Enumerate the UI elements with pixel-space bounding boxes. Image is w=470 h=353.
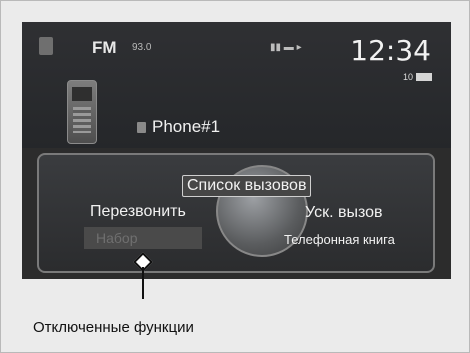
top-status-area: FM 93.0 ▮▮ ▬ ▸ 12:34 10 Phone#1 (22, 22, 451, 148)
phone-badge-icon (39, 37, 53, 55)
frequency-info: 93.0 (132, 42, 152, 53)
figure-frame: FM 93.0 ▮▮ ▬ ▸ 12:34 10 Phone#1 Список в… (0, 0, 470, 353)
callout-line (142, 267, 144, 299)
subwoofer-level: 10 (402, 72, 413, 82)
band-label: FM (92, 38, 117, 57)
menu-redial[interactable]: Перезвонить (90, 203, 186, 221)
menu-phonebook[interactable]: Телефонная книга (284, 232, 395, 247)
signal-icon (416, 73, 432, 81)
menu-speed-dial[interactable]: Уск. вызов (305, 204, 383, 222)
callout-caption: Отключенные функции (33, 319, 194, 336)
phone-small-icon (137, 122, 146, 133)
phone-name: Phone#1 (152, 117, 221, 136)
bluetooth-icon: ▮▮ ▬ ▸ (270, 42, 302, 53)
menu-dial: Набор (96, 230, 138, 246)
menu-call-list[interactable]: Список вызовов (182, 175, 312, 197)
cellphone-icon (67, 80, 97, 144)
clock: 12:34 (350, 34, 431, 67)
infotainment-screen: FM 93.0 ▮▮ ▬ ▸ 12:34 10 Phone#1 Список в… (22, 22, 451, 279)
